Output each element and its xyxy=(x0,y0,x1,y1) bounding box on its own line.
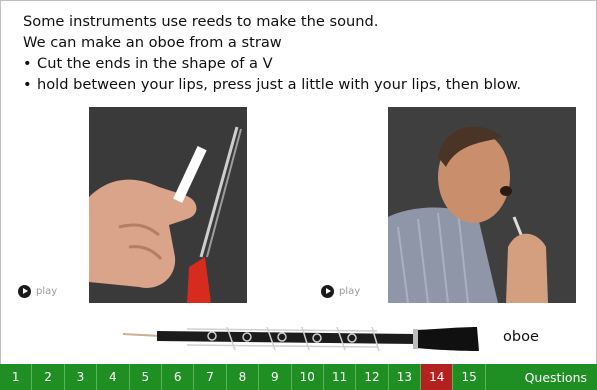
page-link-15[interactable]: 15 xyxy=(453,364,486,390)
play-button-right[interactable]: play xyxy=(321,285,360,298)
bullet-text-1: Cut the ends in the shape of a V xyxy=(37,55,273,72)
bullet-marker: • xyxy=(23,76,32,93)
page-link-7[interactable]: 7 xyxy=(194,364,227,390)
bullet-text-2: hold between your lips, press just a lit… xyxy=(37,76,522,93)
page-link-4[interactable]: 4 xyxy=(97,364,130,390)
instruction-text: Some instruments use reeds to make the s… xyxy=(23,11,521,95)
bullet-marker: • xyxy=(23,55,32,72)
instruction-line-2: We can make an oboe from a straw xyxy=(23,34,282,51)
play-label: play xyxy=(36,286,58,297)
man-playing-straw-photo xyxy=(388,107,576,303)
straw-cutting-photo xyxy=(89,107,247,303)
play-icon xyxy=(18,285,31,298)
lesson-panel: Some instruments use reeds to make the s… xyxy=(0,0,597,390)
page-link-8[interactable]: 8 xyxy=(227,364,260,390)
page-link-11[interactable]: 11 xyxy=(324,364,357,390)
page-link-14[interactable]: 14 xyxy=(421,364,454,390)
page-navigation: 1 2 3 4 5 6 7 8 9 10 11 12 13 14 15 Questions xyxy=(0,364,597,390)
play-button-left[interactable]: play xyxy=(18,285,57,298)
instrument-label: oboe xyxy=(503,329,539,345)
page-link-3[interactable]: 3 xyxy=(65,364,98,390)
play-label: play xyxy=(339,286,361,297)
page-link-9[interactable]: 9 xyxy=(259,364,292,390)
page-link-10[interactable]: 10 xyxy=(292,364,324,390)
play-icon xyxy=(321,285,334,298)
page-link-13[interactable]: 13 xyxy=(389,364,422,390)
page-link-5[interactable]: 5 xyxy=(130,364,162,390)
oboe-image xyxy=(117,317,483,361)
page-link-2[interactable]: 2 xyxy=(32,364,65,390)
bullet-item-2: • hold between your lips, press just a li… xyxy=(23,74,521,95)
instruction-line-1: Some instruments use reeds to make the s… xyxy=(23,13,379,30)
page-link-12[interactable]: 12 xyxy=(356,364,389,390)
questions-link[interactable]: Questions xyxy=(486,364,597,390)
page-link-6[interactable]: 6 xyxy=(162,364,195,390)
bullet-item-1: • Cut the ends in the shape of a V xyxy=(23,53,521,74)
page-link-1[interactable]: 1 xyxy=(0,364,33,390)
